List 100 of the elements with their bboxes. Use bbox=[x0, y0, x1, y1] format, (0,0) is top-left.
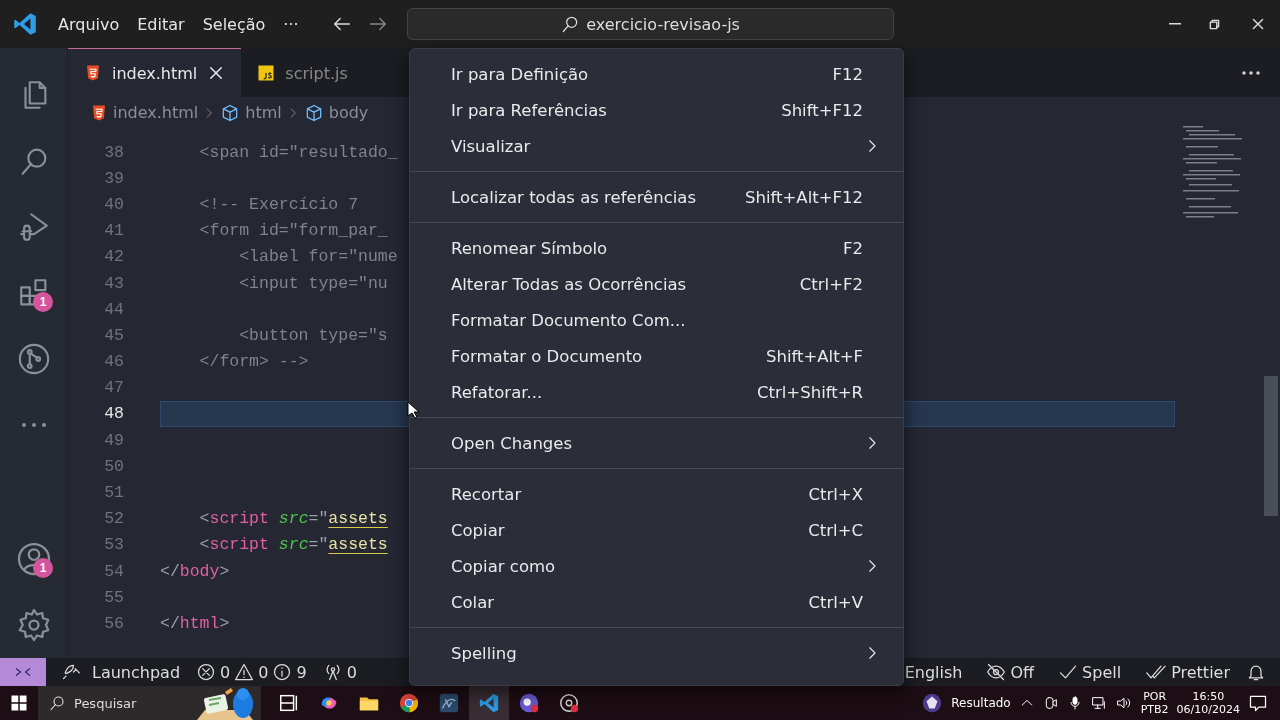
line-number: 49 bbox=[103, 430, 124, 450]
clock-time[interactable]: 16:50 bbox=[1192, 689, 1225, 703]
menu-item[interactable]: Copiar Ctrl+C bbox=[410, 512, 903, 548]
code-token: body bbox=[179, 561, 220, 581]
menu-item[interactable]: Formatar o Documento Shift+Alt+F bbox=[410, 338, 903, 374]
code-token: src bbox=[277, 509, 309, 529]
layout-label[interactable]: PTB2 bbox=[1140, 703, 1169, 717]
menu-item[interactable]: Alterar Todas as Ocorrências Ctrl+F2 bbox=[410, 266, 903, 302]
menu-item[interactable]: Editar bbox=[129, 10, 193, 38]
scrollbar-thumb[interactable] bbox=[1264, 376, 1278, 516]
notification-icon bbox=[1248, 693, 1268, 713]
taskbar-search-field[interactable]: Pesquisar bbox=[38, 686, 261, 720]
recorder-icon[interactable] bbox=[558, 692, 580, 714]
code-token: </ bbox=[160, 561, 180, 581]
line-number: 43 bbox=[103, 273, 124, 293]
browser-icon[interactable] bbox=[398, 692, 420, 714]
mouse-cursor-icon bbox=[407, 401, 419, 419]
js-file-icon bbox=[257, 64, 276, 82]
code-token: > bbox=[219, 561, 230, 581]
app-logo bbox=[12, 11, 38, 37]
line-number: 50 bbox=[103, 456, 124, 476]
more-actions-icon[interactable] bbox=[1242, 70, 1260, 75]
clock-date[interactable]: 06/10/2024 bbox=[1176, 703, 1240, 717]
line-number: 56 bbox=[103, 613, 124, 633]
menu-item[interactable]: Colar Ctrl+V bbox=[410, 584, 903, 620]
code-token: <input type="nu bbox=[238, 273, 388, 293]
line-number: 52 bbox=[103, 509, 124, 529]
minimize-icon bbox=[1168, 23, 1182, 25]
status-item[interactable]: Prettier bbox=[1137, 662, 1238, 682]
more-icon bbox=[20, 422, 47, 428]
status-item[interactable]: Off bbox=[978, 662, 1043, 682]
line-number: 38 bbox=[103, 142, 124, 162]
html-file-icon bbox=[84, 64, 102, 82]
line-number: 51 bbox=[103, 483, 124, 503]
code-token: <!-- Exercício 7 bbox=[198, 194, 359, 214]
code-token: src bbox=[277, 535, 309, 555]
error-icon bbox=[196, 662, 217, 682]
menu-item[interactable]: Formatar Documento Com... bbox=[410, 302, 903, 338]
task-view-icon[interactable] bbox=[278, 692, 300, 714]
menu-item[interactable]: Ir para Definição F12 bbox=[410, 56, 903, 92]
menu-item[interactable]: Recortar Ctrl+X bbox=[410, 476, 903, 512]
count-badge: 1 bbox=[33, 558, 53, 578]
code-token: =" bbox=[308, 535, 329, 555]
menu-item[interactable]: Open Changes bbox=[410, 425, 903, 461]
code-token: <label for="nume bbox=[238, 247, 398, 267]
launchpad-button[interactable]: Launchpad bbox=[46, 662, 189, 682]
check-icon bbox=[1058, 662, 1079, 682]
code-token: < bbox=[198, 509, 210, 529]
line-number: 46 bbox=[103, 352, 124, 372]
menu-item[interactable]: Refatorar... Ctrl+Shift+R bbox=[410, 374, 903, 410]
line-number: 54 bbox=[103, 561, 124, 581]
menu-item[interactable]: Seleção bbox=[194, 10, 274, 38]
problems-button[interactable]: 0 0 9 bbox=[188, 662, 315, 682]
network-icon bbox=[1090, 695, 1107, 711]
breadcrumb-item[interactable]: index.html bbox=[113, 103, 199, 122]
line-number: 45 bbox=[103, 325, 124, 345]
menu-item[interactable]: Arquivo bbox=[50, 10, 128, 38]
breadcrumb-item[interactable]: html bbox=[245, 103, 282, 122]
info-icon bbox=[272, 662, 293, 682]
editor-tab[interactable]: index.html bbox=[68, 48, 242, 97]
code-token: </ bbox=[160, 613, 180, 633]
weather-label[interactable]: Resultado bbox=[951, 696, 1011, 710]
account-icon bbox=[15, 541, 52, 577]
line-number: 55 bbox=[103, 587, 124, 607]
code-token: </form> --> bbox=[198, 352, 309, 372]
code-token: =" bbox=[308, 509, 329, 529]
menu-item[interactable]: Renomear Símbolo F2 bbox=[410, 230, 903, 266]
menu-item[interactable]: Copiar como bbox=[410, 548, 903, 584]
branch-icon bbox=[16, 342, 51, 376]
database-icon[interactable] bbox=[438, 692, 460, 714]
code-token: <span id="resultado_ bbox=[198, 142, 398, 162]
line-number: 39 bbox=[103, 168, 124, 188]
speaker-icon bbox=[1114, 695, 1133, 711]
command-search-field[interactable]: exercicio-revisao-js bbox=[406, 8, 894, 40]
code-editor-icon[interactable] bbox=[478, 692, 500, 714]
line-number: 42 bbox=[103, 247, 124, 267]
ports-button[interactable]: 0 bbox=[314, 662, 365, 682]
activity-button[interactable]: 1 bbox=[0, 260, 67, 326]
line-number: 47 bbox=[103, 378, 124, 398]
breadcrumb-item[interactable]: body bbox=[328, 103, 369, 122]
code-token: <button type="s bbox=[238, 325, 388, 345]
chat-app-icon[interactable] bbox=[518, 692, 540, 714]
status-item[interactable]: Spell bbox=[1050, 662, 1130, 682]
search-icon bbox=[48, 694, 66, 712]
line-number: 40 bbox=[103, 194, 124, 214]
line-number: 53 bbox=[103, 535, 124, 555]
menu-item[interactable]: Visualizar bbox=[410, 128, 903, 164]
more-menu-button[interactable]: ··· bbox=[275, 10, 307, 38]
code-token: assets bbox=[328, 535, 388, 555]
code-token: < bbox=[198, 535, 210, 555]
line-number: 48 bbox=[103, 404, 124, 424]
activity-button[interactable]: 1 bbox=[0, 526, 67, 592]
html-file-icon bbox=[90, 103, 108, 122]
language-label[interactable]: POR bbox=[1143, 689, 1167, 703]
code-token: html bbox=[179, 613, 220, 633]
code-token: script bbox=[209, 535, 269, 555]
menu-item[interactable]: Localizar todas as referências Shift+Alt+F12 bbox=[410, 179, 903, 215]
warning-icon bbox=[234, 662, 255, 682]
code-token: > bbox=[219, 613, 230, 633]
menu-item[interactable]: Ir para Referências Shift+F12 bbox=[410, 92, 903, 128]
